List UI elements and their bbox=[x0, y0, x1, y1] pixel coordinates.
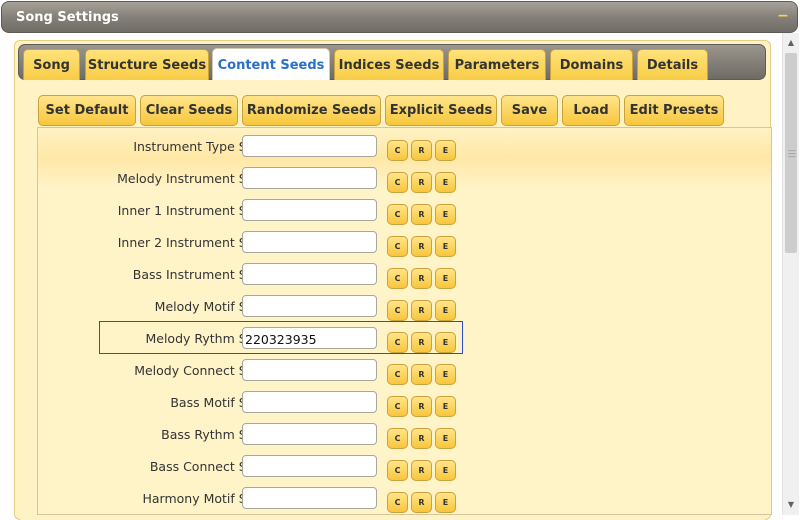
inner-1-instrument-seed-input[interactable] bbox=[242, 199, 377, 221]
scroll-down-arrow-icon[interactable]: ▼ bbox=[783, 497, 799, 513]
edit-presets-button[interactable]: Edit Presets bbox=[624, 95, 724, 126]
seed-r-button[interactable]: R bbox=[411, 236, 432, 257]
instrument-type-seed-input[interactable] bbox=[242, 135, 377, 157]
seed-row-inner-1-instrument: Inner 1 Instrument Seed C R E bbox=[38, 194, 771, 226]
seed-c-button[interactable]: C bbox=[387, 492, 408, 513]
load-button[interactable]: Load bbox=[562, 95, 620, 126]
seed-list: Instrument Type Seed C R E Melody Instru… bbox=[37, 127, 772, 515]
melody-instrument-seed-input[interactable] bbox=[242, 167, 377, 189]
seed-r-button[interactable]: R bbox=[411, 364, 432, 385]
seed-c-button[interactable]: C bbox=[387, 204, 408, 225]
tab-parameters[interactable]: Parameters bbox=[448, 49, 546, 80]
seed-e-button[interactable]: E bbox=[435, 460, 456, 481]
bass-motif-seed-input[interactable] bbox=[242, 391, 377, 413]
tab-song[interactable]: Song bbox=[23, 49, 80, 80]
tab-details[interactable]: Details bbox=[637, 49, 708, 80]
grip-icon: — — — bbox=[788, 146, 796, 161]
save-button[interactable]: Save bbox=[501, 95, 558, 126]
seed-r-button[interactable]: R bbox=[411, 268, 432, 289]
seed-e-button[interactable]: E bbox=[435, 268, 456, 289]
seed-row-bass-connect: Bass Connect Seed C R E bbox=[38, 450, 771, 482]
bass-connect-seed-input[interactable] bbox=[242, 455, 377, 477]
seed-c-button[interactable]: C bbox=[387, 364, 408, 385]
seed-r-button[interactable]: R bbox=[411, 204, 432, 225]
melody-connect-seed-input[interactable] bbox=[242, 359, 377, 381]
window-title-bar: Song Settings − bbox=[1, 1, 798, 33]
seed-e-button[interactable]: E bbox=[435, 332, 456, 353]
seed-e-button[interactable]: E bbox=[435, 204, 456, 225]
seed-e-button[interactable]: E bbox=[435, 172, 456, 193]
seed-c-button[interactable]: C bbox=[387, 460, 408, 481]
seed-c-button[interactable]: C bbox=[387, 300, 408, 321]
seed-r-button[interactable]: R bbox=[411, 172, 432, 193]
seed-r-button[interactable]: R bbox=[411, 460, 432, 481]
window-title: Song Settings bbox=[16, 10, 119, 25]
seed-e-button[interactable]: E bbox=[435, 396, 456, 417]
seed-c-button[interactable]: C bbox=[387, 268, 408, 289]
seed-r-button[interactable]: R bbox=[411, 492, 432, 513]
melody-motif-seed-input[interactable] bbox=[242, 295, 377, 317]
bass-instrument-seed-input[interactable] bbox=[242, 263, 377, 285]
seed-row-melody-instrument: Melody Instrument Seed C R E bbox=[38, 162, 771, 194]
seed-c-button[interactable]: C bbox=[387, 428, 408, 449]
seed-row-bass-motif: Bass Motif Seed C R E bbox=[38, 386, 771, 418]
collapse-icon[interactable]: − bbox=[775, 8, 791, 24]
seed-c-button[interactable]: C bbox=[387, 236, 408, 257]
seed-row-melody-connect: Melody Connect Seed C R E bbox=[38, 354, 771, 386]
seed-c-button[interactable]: C bbox=[387, 140, 408, 161]
seed-row-bass-rythm: Bass Rythm Seed C R E bbox=[38, 418, 771, 450]
set-default-button[interactable]: Set Default bbox=[38, 95, 136, 126]
seed-c-button[interactable]: C bbox=[387, 172, 408, 193]
seed-e-button[interactable]: E bbox=[435, 364, 456, 385]
seed-e-button[interactable]: E bbox=[435, 492, 456, 513]
melody-rythm-seed-input[interactable] bbox=[242, 327, 377, 349]
seed-r-button[interactable]: R bbox=[411, 140, 432, 161]
seed-r-button[interactable]: R bbox=[411, 332, 432, 353]
seed-e-button[interactable]: E bbox=[435, 236, 456, 257]
seed-r-button[interactable]: R bbox=[411, 396, 432, 417]
seed-row-harmony-motif: Harmony Motif Seed C R E bbox=[38, 482, 771, 514]
randomize-seeds-button[interactable]: Randomize Seeds bbox=[242, 95, 381, 126]
scroll-up-arrow-icon[interactable]: ▲ bbox=[783, 35, 799, 51]
seed-e-button[interactable]: E bbox=[435, 428, 456, 449]
vertical-scrollbar[interactable]: ▲ — — — ▼ bbox=[782, 33, 799, 515]
seed-e-button[interactable]: E bbox=[435, 140, 456, 161]
seed-e-button[interactable]: E bbox=[435, 300, 456, 321]
scroll-thumb[interactable]: — — — bbox=[785, 53, 797, 253]
seed-c-button[interactable]: C bbox=[387, 332, 408, 353]
tab-domains[interactable]: Domains bbox=[550, 49, 633, 80]
seed-c-button[interactable]: C bbox=[387, 396, 408, 417]
seed-row-melody-rythm: Melody Rythm Seed C R E bbox=[38, 322, 771, 354]
seed-r-button[interactable]: R bbox=[411, 300, 432, 321]
seed-row-instrument-type: Instrument Type Seed C R E bbox=[38, 130, 771, 162]
explicit-seeds-button[interactable]: Explicit Seeds bbox=[385, 95, 497, 126]
seed-row-inner-2-instrument: Inner 2 Instrument Seed C R E bbox=[38, 226, 771, 258]
tab-indices-seeds[interactable]: Indices Seeds bbox=[334, 49, 444, 80]
seed-row-melody-motif: Melody Motif Seed C R E bbox=[38, 290, 771, 322]
seed-row-bass-instrument: Bass Instrument Seed C R E bbox=[38, 258, 771, 290]
tab-content-seeds[interactable]: Content Seeds bbox=[212, 48, 330, 81]
bass-rythm-seed-input[interactable] bbox=[242, 423, 377, 445]
harmony-motif-seed-input[interactable] bbox=[242, 487, 377, 509]
seed-r-button[interactable]: R bbox=[411, 428, 432, 449]
tab-structure-seeds[interactable]: Structure Seeds bbox=[85, 49, 209, 80]
inner-2-instrument-seed-input[interactable] bbox=[242, 231, 377, 253]
clear-seeds-button[interactable]: Clear Seeds bbox=[140, 95, 238, 126]
